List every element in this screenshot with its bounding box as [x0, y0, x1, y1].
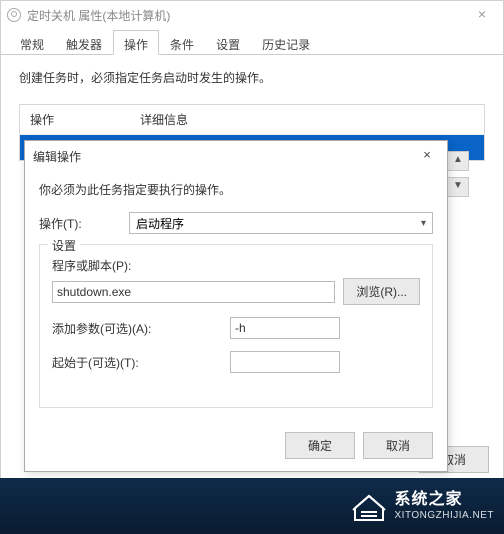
program-label: 程序或脚本(P): [52, 257, 420, 274]
parent-titlebar: 定时关机 属性(本地计算机) × [1, 1, 503, 29]
action-select-value: 启动程序 [136, 215, 184, 232]
action-select[interactable]: 启动程序 ▾ [129, 212, 433, 234]
tab-general[interactable]: 常规 [9, 30, 55, 55]
col-detail-header: 详细信息 [140, 111, 188, 128]
watermark-url: XITONGZHIJIA.NET [395, 510, 495, 522]
args-input[interactable] [230, 317, 340, 339]
reorder-buttons: ▲ ▼ [447, 151, 469, 197]
modal-close-button[interactable]: × [415, 147, 439, 165]
watermark-name: 系统之家 [395, 490, 495, 509]
tab-conditions[interactable]: 条件 [159, 30, 205, 55]
actions-header: 操作 详细信息 [20, 105, 484, 135]
watermark: 系统之家 XITONGZHIJIA.NET [351, 488, 495, 524]
modal-body: 你必须为此任务指定要执行的操作。 操作(T): 启动程序 ▾ 设置 程序或脚本(… [25, 171, 447, 422]
tab-triggers[interactable]: 触发器 [55, 30, 113, 55]
group-legend: 设置 [48, 237, 80, 254]
modal-description: 你必须为此任务指定要执行的操作。 [39, 181, 433, 198]
modal-title: 编辑操作 [33, 148, 81, 165]
ok-button[interactable]: 确定 [285, 432, 355, 459]
modal-footer: 确定 取消 [25, 422, 447, 471]
app-icon [7, 8, 21, 22]
startin-row: 起始于(可选)(T): [52, 351, 420, 373]
browse-button[interactable]: 浏览(R)... [343, 278, 420, 305]
actions-description: 创建任务时，必须指定任务启动时发生的操作。 [19, 69, 485, 86]
house-icon [351, 488, 387, 524]
taskbar-watermark: 系统之家 XITONGZHIJIA.NET [0, 478, 504, 534]
parent-title: 定时关机 属性(本地计算机) [27, 7, 170, 24]
tab-settings[interactable]: 设置 [205, 30, 251, 55]
parent-close-button[interactable]: × [467, 5, 497, 25]
move-up-button[interactable]: ▲ [447, 151, 469, 171]
tab-strip: 常规 触发器 操作 条件 设置 历史记录 [1, 29, 503, 55]
args-row: 添加参数(可选)(A): [52, 317, 420, 339]
args-label: 添加参数(可选)(A): [52, 320, 222, 337]
program-row: 浏览(R)... [52, 278, 420, 305]
settings-group: 设置 程序或脚本(P): 浏览(R)... 添加参数(可选)(A): 起始于(可… [39, 244, 433, 408]
modal-cancel-button[interactable]: 取消 [363, 432, 433, 459]
tab-history[interactable]: 历史记录 [251, 30, 321, 55]
watermark-text: 系统之家 XITONGZHIJIA.NET [395, 490, 495, 521]
modal-titlebar: 编辑操作 × [25, 141, 447, 171]
edit-action-dialog: 编辑操作 × 你必须为此任务指定要执行的操作。 操作(T): 启动程序 ▾ 设置… [24, 140, 448, 472]
col-action-header: 操作 [30, 111, 140, 128]
move-down-button[interactable]: ▼ [447, 177, 469, 197]
tab-actions[interactable]: 操作 [113, 30, 159, 55]
startin-input[interactable] [230, 351, 340, 373]
action-label: 操作(T): [39, 215, 129, 232]
program-input[interactable] [52, 281, 335, 303]
action-field-row: 操作(T): 启动程序 ▾ [39, 212, 433, 234]
chevron-down-icon: ▾ [421, 218, 426, 229]
startin-label: 起始于(可选)(T): [52, 354, 222, 371]
